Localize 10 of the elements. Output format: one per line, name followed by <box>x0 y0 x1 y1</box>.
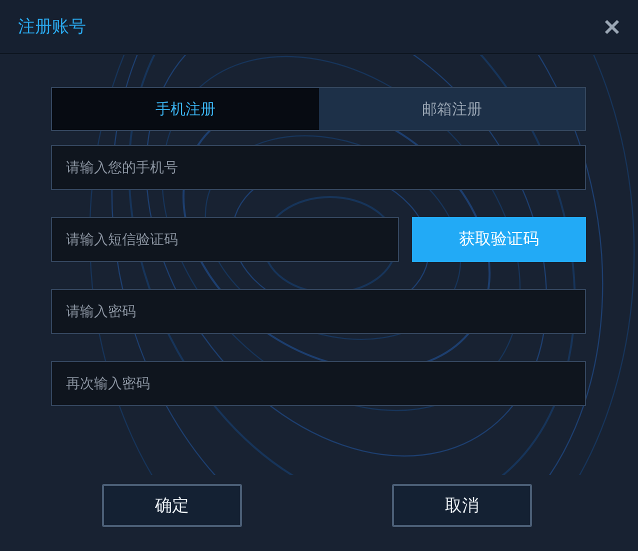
input-field[interactable]: 请输入短信验证码 <box>51 217 399 262</box>
close-icon[interactable] <box>604 18 620 34</box>
tab[interactable]: 手机注册 <box>52 88 318 130</box>
cancel-button[interactable]: 取消 <box>392 484 532 527</box>
tab[interactable]: 邮箱注册 <box>318 88 585 130</box>
window-title: 注册账号 <box>18 16 86 38</box>
input-field[interactable]: 请输入密码 <box>51 289 586 334</box>
confirm-button[interactable]: 确定 <box>102 484 242 527</box>
input-field[interactable]: 请输入您的手机号 <box>51 145 586 190</box>
input-field[interactable]: 再次输入密码 <box>51 361 586 406</box>
